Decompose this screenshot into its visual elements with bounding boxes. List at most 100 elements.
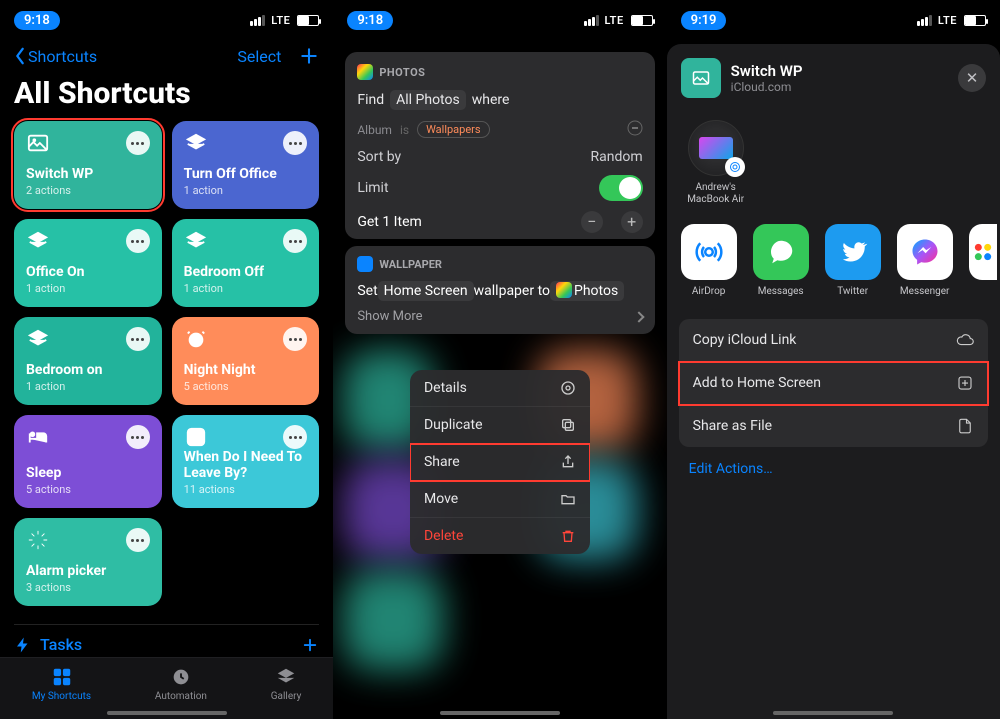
all-photos-chip[interactable]: All Photos	[390, 90, 466, 110]
wallpaper-app-icon	[357, 256, 373, 272]
plus-icon[interactable]	[301, 636, 319, 654]
duplicate-icon	[560, 417, 576, 433]
card-title: Office On	[26, 264, 150, 280]
menu-duplicate[interactable]: Duplicate	[410, 407, 590, 444]
card-switch-wp[interactable]: Switch WP2 actions	[14, 121, 162, 209]
layers-icon	[184, 131, 208, 155]
settings-icon	[560, 380, 576, 396]
card-sleep[interactable]: Sleep5 actions	[14, 415, 162, 508]
home-indicator[interactable]	[440, 711, 560, 715]
card-title: Bedroom Off	[184, 264, 308, 280]
card-title: Night Night	[184, 362, 308, 378]
carrier-label: LTE	[938, 14, 957, 27]
status-bar: 9:19 LTE	[667, 0, 1000, 40]
back-button[interactable]: Shortcuts	[14, 47, 97, 66]
app-messages[interactable]: Messages	[753, 224, 809, 297]
options-list: Copy iCloud Link Add to Home Screen Shar…	[679, 319, 988, 447]
app-messenger[interactable]: Messenger	[897, 224, 953, 297]
app-airdrop[interactable]: AirDrop	[681, 224, 737, 297]
menu-label: Move	[424, 491, 458, 507]
time-pill: 9:18	[14, 11, 60, 30]
close-icon[interactable]: ✕	[958, 64, 986, 92]
card-night-night[interactable]: Night Night5 actions	[172, 317, 320, 405]
more-icon[interactable]	[126, 229, 150, 253]
home-indicator[interactable]	[773, 711, 893, 715]
menu-move[interactable]: Move	[410, 481, 590, 518]
limit-toggle[interactable]	[599, 175, 643, 201]
card-alarm-picker[interactable]: Alarm picker 3 actions	[14, 518, 162, 606]
card-turn-off-office[interactable]: Turn Off Office1 action	[172, 121, 320, 209]
card-sub: 5 actions	[26, 483, 150, 496]
sheet-header: Switch WPiCloud.com ✕	[667, 58, 1000, 114]
opt-copy-link[interactable]: Copy iCloud Link	[679, 319, 988, 362]
opt-add-home-screen[interactable]: Add to Home Screen	[679, 362, 988, 405]
menu-delete[interactable]: Delete	[410, 518, 590, 554]
select-button[interactable]: Select	[237, 47, 281, 66]
stepper[interactable]: −+	[581, 211, 643, 233]
card-sub: 2 actions	[26, 184, 150, 197]
tab-automation[interactable]: Automation	[155, 666, 207, 702]
card-bedroom-off[interactable]: Bedroom Off1 action	[172, 219, 320, 307]
more-icon[interactable]	[283, 229, 307, 253]
target-macbook[interactable]: Andrew's MacBook Air	[681, 120, 751, 206]
grid-icon	[51, 666, 73, 688]
wallpapers-pill[interactable]: Wallpapers	[417, 121, 490, 138]
time-pill: 9:19	[681, 11, 727, 30]
app-twitter[interactable]: Twitter	[825, 224, 881, 297]
card-when-leave[interactable]: When Do I Need To Leave By?11 actions	[172, 415, 320, 508]
screen-share-sheet: 9:19 LTE Switch WPiCloud.com ✕ Andrew's …	[667, 0, 1000, 719]
card-bedroom-on[interactable]: Bedroom on1 action	[14, 317, 162, 405]
tab-my-shortcuts[interactable]: My Shortcuts	[32, 666, 91, 702]
layers-icon	[26, 229, 50, 253]
more-icon[interactable]	[126, 425, 150, 449]
tab-gallery[interactable]: Gallery	[271, 666, 302, 702]
status-icons: LTE	[917, 14, 986, 27]
tab-label: My Shortcuts	[32, 691, 91, 702]
more-icon[interactable]	[126, 327, 150, 351]
screen-all-shortcuts: 9:18 LTE Shortcuts Select All Shortcuts …	[0, 0, 333, 719]
carrier-label: LTE	[271, 14, 290, 27]
opt-share-file[interactable]: Share as File	[679, 405, 988, 447]
limit-label: Limit	[357, 180, 388, 196]
wpto-label: wallpaper to	[474, 283, 550, 299]
section-tasks[interactable]: Tasks	[14, 624, 319, 654]
show-more-button[interactable]: Show More	[357, 309, 642, 324]
plus-icon[interactable]	[299, 46, 319, 66]
remove-filter-icon[interactable]	[627, 120, 643, 139]
home-indicator[interactable]	[107, 711, 227, 715]
card-sub: 1 action	[184, 184, 308, 197]
tabbar: My Shortcuts Automation Gallery	[0, 657, 333, 719]
menu-details[interactable]: Details	[410, 370, 590, 407]
app-row: AirDrop Messages Twitter Messenger	[667, 218, 1000, 313]
bolt-icon	[14, 636, 32, 654]
show-more-label: Show More	[357, 309, 422, 324]
more-icon[interactable]	[283, 327, 307, 351]
app-more[interactable]	[969, 224, 997, 297]
gallery-icon	[275, 666, 297, 688]
messages-icon	[766, 237, 796, 267]
cloud-icon	[956, 331, 974, 349]
image-icon	[26, 131, 50, 155]
more-icon[interactable]	[126, 131, 150, 155]
app-label: AirDrop	[692, 286, 726, 297]
status-icons: LTE	[250, 14, 319, 27]
card-office-on[interactable]: Office On1 action	[14, 219, 162, 307]
random-value[interactable]: Random	[591, 149, 643, 165]
tab-label: Gallery	[271, 691, 302, 702]
edit-actions-button[interactable]: Edit Actions…	[667, 447, 1000, 491]
back-label: Shortcuts	[28, 47, 97, 66]
photos-var-chip[interactable]: Photos	[550, 281, 624, 301]
card-title: Alarm picker	[26, 563, 150, 579]
minus-icon[interactable]: −	[581, 211, 603, 233]
card-sub: 3 actions	[26, 581, 150, 594]
more-icon[interactable]	[283, 131, 307, 155]
chevron-right-icon	[633, 311, 644, 322]
plus-icon[interactable]: +	[621, 211, 643, 233]
more-icon[interactable]	[283, 425, 307, 449]
home-screen-chip[interactable]: Home Screen	[378, 281, 474, 301]
more-icon[interactable]	[126, 528, 150, 552]
menu-share[interactable]: Share	[410, 444, 590, 481]
photos-action-panel: PHOTOS FindAll Photoswhere AlbumisWallpa…	[345, 52, 654, 239]
sheet-title: Switch WP	[731, 62, 948, 80]
find-label: Find	[357, 92, 384, 108]
